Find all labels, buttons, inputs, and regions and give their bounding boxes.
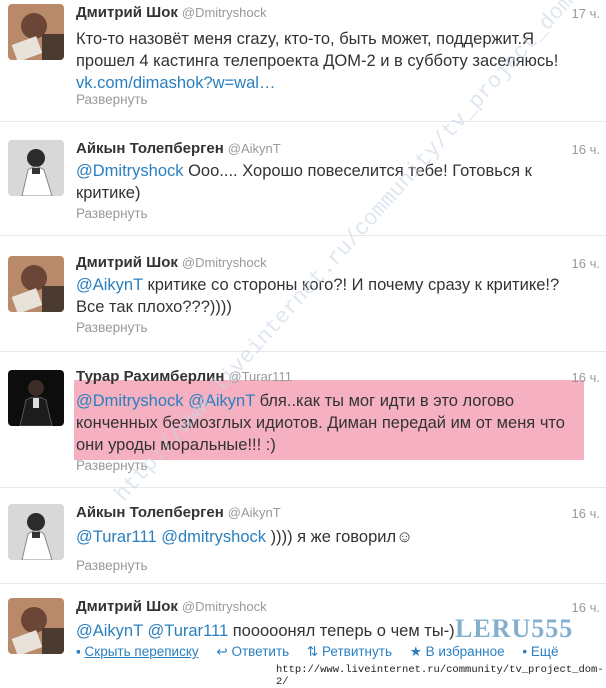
text-fragment: )))) я же говорил☺ <box>266 528 413 546</box>
avatar[interactable] <box>8 4 64 60</box>
reply-icon: ↩ <box>216 644 232 659</box>
watermark-logo: LERU555 <box>455 614 574 643</box>
mention[interactable]: @AikynT <box>76 276 143 294</box>
conversation-icon: ▪ <box>76 644 85 659</box>
user-name[interactable]: Дмитрий Шок <box>76 598 178 615</box>
user-name[interactable]: Айкын Толепберген <box>76 140 224 157</box>
watermark-url: http://www.liveinternet.ru/community/tv_… <box>276 664 604 688</box>
expand-link[interactable]: Развернуть <box>76 320 148 335</box>
tweet-text: @Turar111 @dmitryshock )))) я же говорил… <box>76 526 586 548</box>
tweet-header: Дмитрий Шок @Dmitryshock <box>76 254 267 272</box>
expand-link[interactable]: Развернуть <box>76 92 148 107</box>
avatar[interactable] <box>8 256 64 312</box>
favorite-button[interactable]: ★ В избранное <box>410 644 505 659</box>
tweet-header: Дмитрий Шок @Dmitryshock <box>76 598 267 616</box>
reply-label: Ответить <box>231 644 290 659</box>
expand-link[interactable]: Развернуть <box>76 558 148 573</box>
user-handle[interactable]: @AikynT <box>228 505 281 520</box>
mention[interactable]: @Dmitryshock <box>76 162 184 180</box>
user-name[interactable]: Дмитрий Шок <box>76 254 178 271</box>
favorite-label: В избранное <box>425 644 505 659</box>
timestamp[interactable]: 16 ч. <box>572 506 600 521</box>
star-icon: ★ <box>409 644 426 659</box>
mention[interactable]: @Dmitryshock <box>76 392 184 410</box>
avatar[interactable] <box>8 370 64 426</box>
expand-link[interactable]: Развернуть <box>76 206 148 221</box>
mention[interactable]: @Turar111 <box>147 622 228 640</box>
retweet-label: Ретвитнуть <box>322 644 392 659</box>
mention[interactable]: @AikynT <box>76 622 143 640</box>
text-line: критике) <box>76 184 141 202</box>
mention[interactable]: @dmitryshock <box>161 528 266 546</box>
retweet-icon: ⇅ <box>306 644 322 659</box>
tweet-header: Айкын Толепберген @AikynT <box>76 504 281 522</box>
text-fragment: критике со стороны кого?! И почему сразу… <box>142 276 560 294</box>
retweet-button[interactable]: ⇅ Ретвитнуть <box>307 644 392 659</box>
text-line: @Dmitryshock @AikynT бля..как ты мог идт… <box>76 390 586 412</box>
timestamp[interactable]: 16 ч. <box>572 370 600 385</box>
text-fragment: пооооонял теперь о чем ты-) <box>228 622 455 640</box>
tweet-header: Турар Рахимберлин @Turar111 <box>76 368 292 386</box>
mention[interactable]: @Turar111 <box>76 528 157 546</box>
more-icon: • <box>522 644 531 659</box>
tweet-header: Дмитрий Шок @Dmitryshock <box>76 4 267 22</box>
text-line: Все так плохо???)))) <box>76 298 232 316</box>
tweet-text: @Dmitryshock Ооо.... Хорошо повеселится … <box>76 160 586 204</box>
user-name[interactable]: Айкын Толепберген <box>76 504 224 521</box>
timestamp[interactable]: 16 ч. <box>572 600 600 615</box>
tweet-2: Айкын Толепберген @AikynT 16 ч. @Dmitrysh… <box>0 122 606 236</box>
avatar[interactable] <box>8 140 64 196</box>
timestamp[interactable]: 16 ч. <box>572 142 600 157</box>
user-handle[interactable]: @Dmitryshock <box>182 599 267 614</box>
text-line: конченных безмозглых идиотов. Диман пере… <box>76 414 565 432</box>
text-fragment: Ооо.... Хорошо повеселится тебе! Готовьс… <box>183 162 532 180</box>
hide-conversation-button[interactable]: ▪ Скрыть переписку <box>76 644 199 659</box>
user-handle[interactable]: @AikynT <box>228 141 281 156</box>
user-name[interactable]: Дмитрий Шок <box>76 4 178 21</box>
tweet-4: Турар Рахимберлин @Turar111 16 ч. @Dmitry… <box>0 352 606 488</box>
hide-conversation-label: Скрыть переписку <box>84 644 199 659</box>
avatar[interactable] <box>8 598 64 654</box>
tweet-5: Айкын Толепберген @AikynT 16 ч. @Turar111… <box>0 488 606 584</box>
user-name[interactable]: Турар Рахимберлин <box>76 368 224 385</box>
text-line: @Dmitryshock Ооо.... Хорошо повеселится … <box>76 160 586 182</box>
avatar[interactable] <box>8 504 64 560</box>
more-button[interactable]: • Ещё <box>522 644 558 659</box>
more-label: Ещё <box>530 644 559 659</box>
user-handle[interactable]: @Dmitryshock <box>182 255 267 270</box>
text-fragment: бля..как ты мог идти в это логово <box>255 392 515 410</box>
tweet-actions: ▪ Скрыть переписку ↩ Ответить ⇅ Ретвитну… <box>76 644 559 660</box>
tweet-header: Айкын Толепберген @AikynT <box>76 140 281 158</box>
text-line: @Turar111 @dmitryshock )))) я же говорил… <box>76 526 586 548</box>
timestamp[interactable]: 16 ч. <box>572 256 600 271</box>
reply-button[interactable]: ↩ Ответить <box>216 644 289 659</box>
user-handle[interactable]: @Dmitryshock <box>182 5 267 20</box>
